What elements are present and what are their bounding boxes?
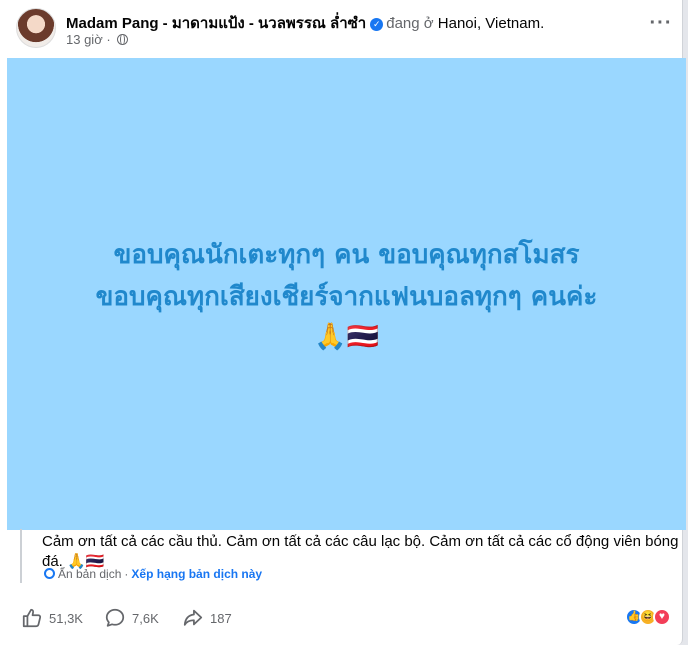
- like-icon: [22, 608, 42, 628]
- share-button[interactable]: 187: [182, 606, 232, 630]
- hide-translation-link[interactable]: Ẩn bản dịch: [58, 567, 121, 581]
- author-name[interactable]: Madam Pang - มาดามแป้ง - นวลพรรณ ล่ำซำ: [66, 15, 366, 32]
- reaction-summary[interactable]: 👍 😆 ♥: [625, 608, 671, 626]
- location-dot: .: [540, 15, 545, 32]
- post-title-line: Madam Pang - มาดามแป้ง - นวลพรรณ ล่ำซำ ✓ đ…: [66, 11, 544, 35]
- translation-links: Ẩn bản dịch · Xếp hạng bản dịch này: [44, 567, 262, 581]
- checkin-prefix: đang ở: [386, 15, 434, 32]
- translation-block: Cảm ơn tất cả các cầu thủ. Cảm ơn tất cả…: [20, 529, 680, 583]
- like-count: 51,3K: [49, 610, 83, 626]
- more-options-button[interactable]: ···: [646, 12, 676, 42]
- verified-badge-icon: ✓: [370, 18, 384, 31]
- comment-count: 7,6K: [132, 610, 159, 626]
- love-reaction-icon: ♥: [653, 608, 671, 626]
- location-link[interactable]: Hanoi, Vietnam: [438, 15, 540, 32]
- like-button[interactable]: 51,3K: [21, 606, 83, 630]
- rate-translation-link[interactable]: Xếp hạng bản dịch này: [131, 567, 262, 581]
- share-icon: [183, 609, 203, 626]
- post-text-line-2: ขอบคุณทุกเสียงเชียร์จากแฟนบอลทุกๆ คนค่ะ: [95, 282, 598, 312]
- separator-dot: ·: [124, 567, 129, 581]
- post-meta: 13 giờ ·: [66, 32, 129, 47]
- post-actions-bar: 51,3K 7,6K 187 👍 😆 ♥: [0, 600, 683, 636]
- comment-button[interactable]: 7,6K: [104, 606, 159, 630]
- text-background-post[interactable]: ขอบคุณนักเตะทุกๆ คน ขอบคุณทุกสโมสร ขอบคุ…: [7, 58, 686, 530]
- post-card: Madam Pang - มาดามแป้ง - นวลพรรณ ล่ำซำ ✓ đ…: [0, 0, 686, 645]
- post-text-line-1: ขอบคุณนักเตะทุกๆ คน ขอบคุณทุกสโมสร: [113, 240, 580, 270]
- comment-icon: [105, 608, 125, 627]
- post-text-line-3: 🙏🇹🇭: [314, 321, 379, 351]
- translate-settings-icon[interactable]: [44, 568, 55, 579]
- translation-text: Cảm ơn tất cả các cầu thủ. Cảm ơn tất cả…: [42, 533, 679, 570]
- globe-icon[interactable]: [117, 33, 129, 45]
- share-count: 187: [210, 610, 232, 626]
- post-timestamp[interactable]: 13 giờ: [66, 32, 103, 47]
- author-avatar[interactable]: [16, 8, 56, 48]
- post-header: Madam Pang - มาดามแป้ง - นวลพรรณ ล่ำซำ ✓ đ…: [16, 6, 676, 52]
